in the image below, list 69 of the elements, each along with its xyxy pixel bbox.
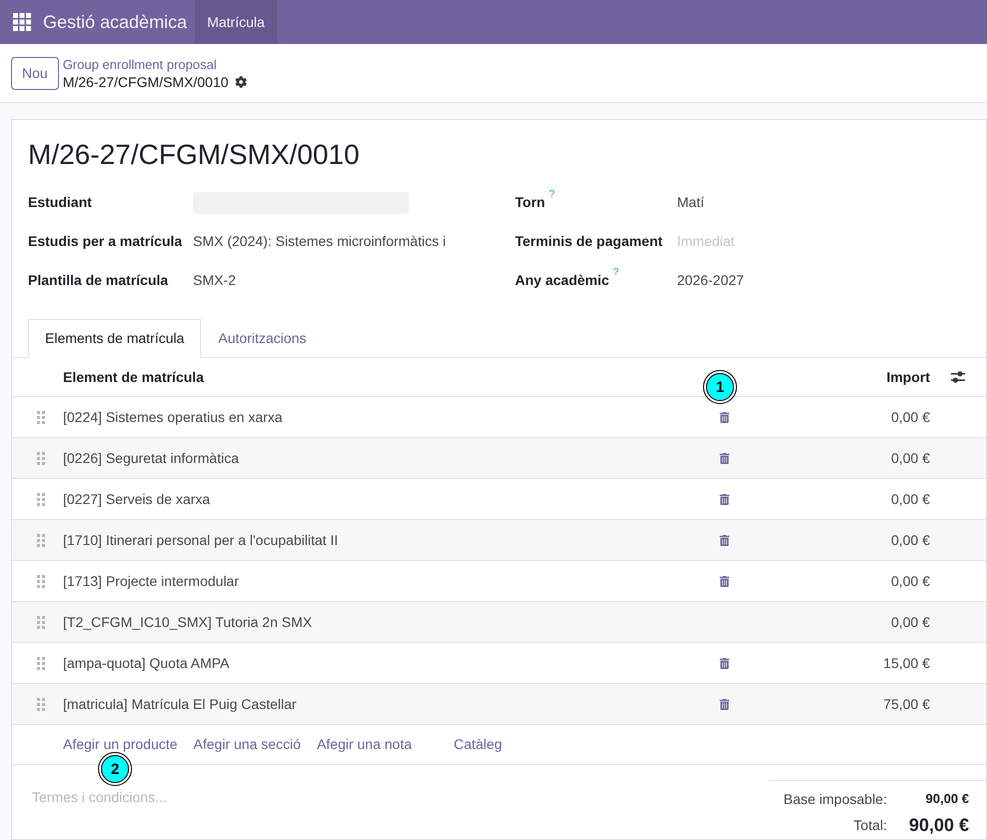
terms-field[interactable]: Termes i condicions... xyxy=(32,788,332,806)
field-label: Terminis de pagament xyxy=(515,232,663,251)
totals-value: 90,00 € xyxy=(908,814,969,836)
breadcrumb-link[interactable]: Group enrollment proposal xyxy=(62,56,248,72)
field-label: Any acadèmic xyxy=(515,271,610,290)
line-item-name: [T2_CFGM_IC10_SMX] Tutoria 2n SMX xyxy=(63,612,313,632)
line-item-amount: 75,00 € xyxy=(882,694,930,714)
line-item-amount: 0,00 € xyxy=(890,530,930,550)
table-row[interactable]: [T2_CFGM_IC10_SMX] Tutoria 2n SMX 0,00 € xyxy=(12,602,986,643)
annotation-marker: 2 xyxy=(98,752,132,786)
trash-icon[interactable] xyxy=(718,658,730,668)
totals-value: 90,00 € xyxy=(924,790,969,808)
field-label: Estudis per a matrícula xyxy=(28,232,182,251)
menu-item[interactable]: Matrícula xyxy=(195,0,277,44)
drag-handle-icon[interactable] xyxy=(37,534,45,546)
line-item-amount: 0,00 € xyxy=(890,572,930,590)
line-item-amount: 0,00 € xyxy=(890,612,930,632)
tab[interactable]: Elements de matrícula xyxy=(28,319,202,358)
drag-handle-icon[interactable] xyxy=(37,656,45,670)
line-item-name: [matricula] Matrícula El Puig Castellar xyxy=(63,694,298,714)
settings-icon[interactable] xyxy=(235,76,248,88)
drag-handle-icon[interactable] xyxy=(37,698,45,710)
app-title[interactable]: Gestió acadèmica xyxy=(43,8,188,36)
field-value: Matí xyxy=(677,193,704,212)
field-label: Torn xyxy=(515,193,546,212)
totals-label: Base imposable: xyxy=(782,790,887,809)
apps-grid-icon[interactable] xyxy=(13,13,31,31)
add-line-link[interactable]: Catàleg xyxy=(454,734,502,755)
line-item-name: [0224] Sistemes operatius en xarxa xyxy=(63,408,284,427)
trash-icon[interactable] xyxy=(718,412,730,422)
drag-handle-icon[interactable] xyxy=(37,492,45,506)
trash-icon[interactable] xyxy=(718,534,730,546)
column-header[interactable]: Import xyxy=(788,366,930,388)
drag-handle-icon[interactable] xyxy=(37,616,45,628)
totals-label: Total: xyxy=(852,816,887,834)
line-item-name: [1713] Projecte intermodular xyxy=(63,572,240,591)
add-line-link[interactable]: Afegir una secció xyxy=(193,734,301,755)
line-item-amount: 0,00 € xyxy=(890,408,930,426)
new-button[interactable]: Nou xyxy=(11,56,59,90)
field-value: SMX-2 xyxy=(193,271,236,290)
line-item-amount: 0,00 € xyxy=(890,490,930,508)
add-line-link[interactable]: Afegir una nota xyxy=(316,734,412,755)
line-item-name: [ampa-quota] Quota AMPA xyxy=(63,654,230,673)
column-header[interactable]: Element de matrícula xyxy=(63,366,660,388)
line-item-amount: 15,00 € xyxy=(882,654,930,672)
line-item-name: [1710] Itinerari personal per a l'ocupabilitat II xyxy=(63,530,340,550)
sliders-icon[interactable] xyxy=(951,371,965,383)
field-value: SMX (2024): Sistemes microinformàtics i xyxy=(193,232,446,251)
record-title: M/26-27/CFGM/SMX/0010 xyxy=(28,138,360,172)
line-item-name: [0226] Seguretat informàtica xyxy=(63,448,240,468)
record-name: M/26-27/CFGM/SMX/0010 xyxy=(62,72,228,90)
line-item-amount: 0,00 € xyxy=(890,448,930,468)
trash-icon[interactable] xyxy=(718,698,730,710)
drag-handle-icon[interactable] xyxy=(37,410,45,424)
input-field[interactable]: Immediat xyxy=(677,231,897,252)
add-line-link[interactable]: Afegir un producte xyxy=(63,734,178,755)
field-label: Estudiant xyxy=(28,193,92,212)
table-row[interactable]: [0226] Seguretat informàtica 0,00 € xyxy=(12,438,986,479)
trash-icon[interactable] xyxy=(718,576,730,586)
field-value: 2026-2027 xyxy=(677,271,744,290)
trash-icon[interactable] xyxy=(718,494,730,504)
tab[interactable]: Autoritzacions xyxy=(201,319,324,358)
trash-icon[interactable] xyxy=(718,452,730,464)
line-item-name: [0227] Serveis de xarxa xyxy=(63,490,212,509)
drag-handle-icon[interactable] xyxy=(37,574,45,588)
field-label: Plantilla de matrícula xyxy=(28,271,168,290)
table-row[interactable]: [matricula] Matrícula El Puig Castellar 75,00 € xyxy=(12,684,986,725)
table-row[interactable]: [1710] Itinerari personal per a l'ocupabilitat II 0,00 € xyxy=(12,520,986,561)
drag-handle-icon[interactable] xyxy=(37,452,45,464)
